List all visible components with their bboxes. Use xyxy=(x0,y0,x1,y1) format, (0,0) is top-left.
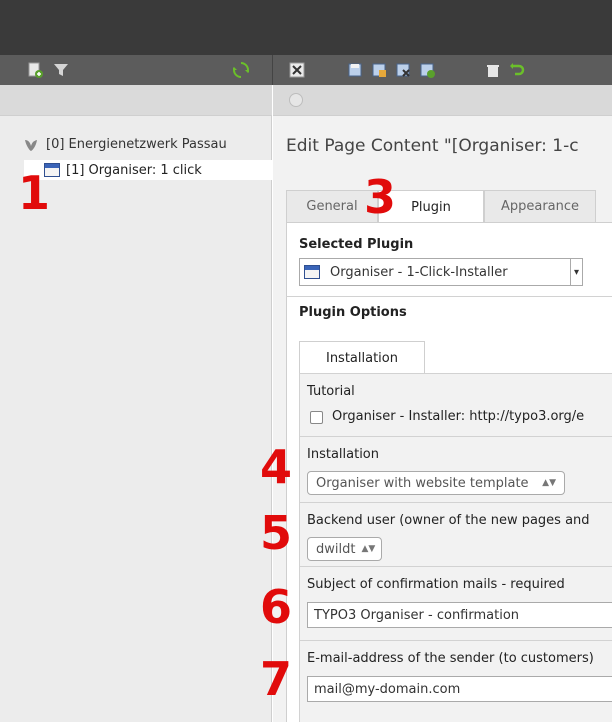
plugin-select[interactable]: Organiser - 1-Click-Installer ▾ xyxy=(299,258,583,286)
refresh-icon[interactable] xyxy=(232,61,250,79)
tree-root-label: [0] Energienetzwerk Passau xyxy=(46,137,227,152)
typo3-logo-icon xyxy=(25,139,37,151)
callout-number-7: 7 xyxy=(260,652,293,706)
tutorial-group: Tutorial Organiser - Installer: http://t… xyxy=(299,373,612,436)
save-view-icon[interactable] xyxy=(370,61,388,79)
backend-user-select-value: dwildt xyxy=(316,541,356,557)
new-page-icon[interactable] xyxy=(26,61,44,79)
close-icon[interactable] xyxy=(288,61,306,79)
plugin-select-value: Organiser - 1-Click-Installer xyxy=(330,264,508,280)
tutorial-checkbox-label: Organiser - Installer: http://typo3.org/… xyxy=(332,409,585,424)
installation-group: Installation Organiser with website temp… xyxy=(299,436,612,502)
top-bar xyxy=(0,0,612,55)
installation-select[interactable]: Organiser with website template ▲▼ xyxy=(307,471,565,495)
save-icon[interactable] xyxy=(346,61,364,79)
filter-icon[interactable] xyxy=(52,61,70,79)
toolbar-divider xyxy=(272,55,273,85)
stepper-icon: ▲▼ xyxy=(361,544,376,554)
callout-number-6: 6 xyxy=(260,580,293,634)
sender-label: E-mail-address of the sender (to custome… xyxy=(307,651,594,666)
backend-user-label: Backend user (owner of the new pages and xyxy=(307,513,590,528)
backend-user-group: Backend user (owner of the new pages and… xyxy=(299,502,612,566)
page-title: Edit Page Content "[Organiser: 1-c xyxy=(286,136,579,156)
trash-icon[interactable] xyxy=(484,61,502,79)
save-new-icon[interactable] xyxy=(418,61,436,79)
callout-number-4: 4 xyxy=(260,440,293,494)
undo-icon[interactable] xyxy=(508,61,526,79)
tab-installation[interactable]: Installation xyxy=(299,341,425,374)
selected-plugin-heading: Selected Plugin xyxy=(299,237,414,252)
sender-group: E-mail-address of the sender (to custome… xyxy=(299,640,612,722)
save-close-icon[interactable] xyxy=(394,61,412,79)
subject-label: Subject of confirmation mails - required xyxy=(307,577,565,592)
tutorial-label: Tutorial xyxy=(307,384,355,399)
callout-number-5: 5 xyxy=(260,506,293,560)
subject-input-value: TYPO3 Organiser - confirmation xyxy=(314,607,520,623)
plugin-calendar-icon xyxy=(304,265,320,279)
callout-number-1: 1 xyxy=(18,166,51,220)
sender-input[interactable]: mail@my-domain.com xyxy=(307,676,612,702)
installation-select-value: Organiser with website template xyxy=(316,475,529,491)
sender-input-value: mail@my-domain.com xyxy=(314,681,461,697)
callout-number-3: 3 xyxy=(364,170,397,224)
tree-root-item[interactable]: [0] Energienetzwerk Passau xyxy=(24,137,227,152)
chevron-down-icon: ▾ xyxy=(570,259,582,285)
content-header-bar xyxy=(273,85,612,116)
tree-child-label: [1] Organiser: 1 click xyxy=(66,162,202,178)
stepper-icon: ▲▼ xyxy=(542,478,556,488)
tree-child-item[interactable]: [1] Organiser: 1 click xyxy=(24,160,272,180)
tree-header-bar xyxy=(0,85,272,116)
divider xyxy=(286,296,612,297)
subject-input[interactable]: TYPO3 Organiser - confirmation xyxy=(307,602,612,628)
tab-appearance[interactable]: Appearance xyxy=(484,190,596,223)
help-icon[interactable] xyxy=(289,93,303,107)
subject-group: Subject of confirmation mails - required… xyxy=(299,566,612,640)
tutorial-checkbox[interactable] xyxy=(310,411,323,424)
backend-user-select[interactable]: dwildt ▲▼ xyxy=(307,537,382,561)
installation-label: Installation xyxy=(307,447,380,462)
plugin-options-heading: Plugin Options xyxy=(299,305,407,320)
